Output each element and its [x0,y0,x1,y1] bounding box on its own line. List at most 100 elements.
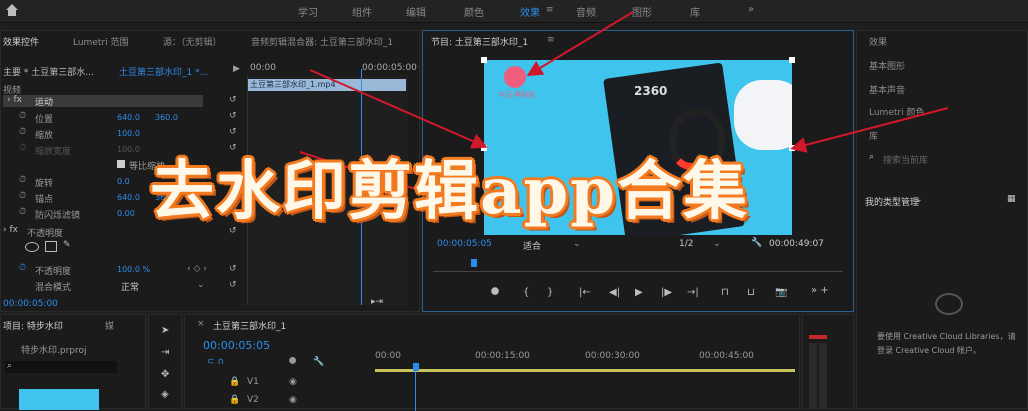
eye-icon[interactable]: ◉ [289,377,297,387]
timeline-timecode[interactable]: 00:00:05:05 [203,339,270,352]
mini-clip-bar[interactable]: 土豆第三部水印_1.mp4 [248,79,406,91]
reset-icon[interactable]: ↺ [229,264,237,274]
rotation-value[interactable]: 0.0 [117,177,130,186]
eye-icon[interactable]: ◉ [289,395,297,405]
workspace-tab-color[interactable]: 颜色 [464,4,484,19]
workspace-tab-graphics[interactable]: 图形 [632,4,652,19]
resolution-dropdown[interactable]: 1/2 [679,239,693,249]
wrench-icon[interactable]: 🔧 [313,357,324,367]
program-scrub-bar[interactable] [433,261,843,272]
go-to-in-icon[interactable]: |← [579,287,591,298]
keyframe-nav-icon[interactable]: ‹ ◇ › [187,264,207,274]
more-controls-icon[interactable]: » + [811,285,829,296]
workspace-tab-assembly[interactable]: 组件 [352,4,372,19]
camera-icon[interactable]: 📷 [775,287,787,298]
libraries-item[interactable]: 库 [869,129,878,142]
stopwatch-icon[interactable]: ⏱ [19,143,26,153]
scale-value[interactable]: 100.0 [117,129,140,138]
workspace-tab-audio[interactable]: 音频 [576,4,596,19]
panel-menu-icon[interactable]: ≡ [547,35,555,45]
lock-icon[interactable]: 🔒 [229,377,240,387]
snap-icon[interactable]: ⊂ ∩ [207,357,224,367]
timeline-work-area[interactable] [375,369,795,372]
essential-graphics-item[interactable]: 基本图形 [869,59,905,72]
chevron-down-icon[interactable]: ⌄ [713,239,721,249]
anchor-x-value[interactable]: 640.0 [117,193,140,202]
chevron-down-icon[interactable]: ⌄ [573,239,581,249]
effect-controls-timecode[interactable]: 00:00:05:00 [3,299,58,309]
tab-effect-controls[interactable]: 效果控件 [3,35,39,48]
step-back-icon[interactable]: ◀| [609,287,620,298]
stopwatch-icon[interactable]: ⏱ [19,127,26,137]
reset-icon[interactable]: ↺ [229,95,237,105]
workspace-tab-library[interactable]: 库 [690,4,700,19]
stopwatch-icon[interactable]: ⏱ [19,191,26,201]
add-marker-icon[interactable]: ⯃ [491,287,499,298]
essential-sound-item[interactable]: 基本声音 [869,83,905,96]
rectangle-mask-icon[interactable] [45,241,57,252]
transform-handle[interactable] [481,57,487,63]
fit-dropdown[interactable]: 适合 [523,239,541,252]
workspace-more-icon[interactable]: » [748,4,754,15]
go-to-out-icon[interactable]: →| [687,287,699,298]
mark-in-icon[interactable]: { [523,287,529,298]
timeline-close-icon[interactable]: × [197,319,205,329]
home-icon[interactable] [5,3,19,17]
sequence-clip-label[interactable]: 土豆第三部水印_1 *... [119,65,208,78]
lift-icon[interactable]: ⊓ [721,287,729,298]
project-clip-thumbnail[interactable] [19,389,99,410]
marker-icon[interactable]: ⯃ [289,357,296,367]
stopwatch-icon[interactable]: ⏱ [19,111,26,121]
ripple-edit-tool-icon[interactable]: ✥ [161,369,169,380]
tab-project[interactable]: 项目: 特步水印 [3,319,63,332]
library-search-input[interactable]: 搜索当前库 [883,153,928,166]
tab-lumetri-scopes[interactable]: Lumetri 范围 [73,35,128,48]
step-forward-icon[interactable]: |▶ [661,287,672,298]
stopwatch-icon[interactable]: ⏱ [19,175,26,185]
program-playhead[interactable] [471,259,477,267]
blend-mode-dropdown[interactable]: 正常 [121,280,139,293]
reset-icon[interactable]: ↺ [229,280,237,290]
lock-icon[interactable]: 🔒 [229,395,240,405]
reset-icon[interactable]: ↺ [229,127,237,137]
chevron-down-icon[interactable]: ⌄ [915,195,923,205]
stopwatch-icon[interactable]: ⏱ [19,207,26,217]
opacity-value[interactable]: 100.0 % [117,265,150,274]
pen-mask-icon[interactable]: ✎ [63,240,71,250]
chevron-down-icon[interactable]: ⌄ [197,280,205,290]
transform-handle[interactable] [789,57,795,63]
effects-panel-title[interactable]: 效果 [869,35,887,48]
cc-login-link[interactable]: 登录 Creative Cloud 帐户。 [877,345,981,356]
motion-row[interactable]: › fx 运动 [3,95,203,108]
reset-icon[interactable]: ↺ [229,111,237,121]
grid-view-icon[interactable]: ▦ [1007,194,1016,204]
uniform-scale-checkbox[interactable] [117,160,125,168]
stopwatch-icon[interactable]: ⏱ [19,263,26,273]
project-search-input[interactable] [5,361,117,373]
program-monitor-title[interactable]: 节目: 土豆第三部水印_1 [431,35,528,48]
workspace-tab-edit[interactable]: 编辑 [406,4,426,19]
settings-wrench-icon[interactable]: 🔧 [751,238,762,248]
mark-out-icon[interactable]: } [547,287,553,298]
lumetri-color-item[interactable]: Lumetri 颜色 [869,105,924,118]
position-y-value[interactable]: 360.0 [155,113,178,122]
ellipse-mask-icon[interactable] [25,242,39,252]
track-select-tool-icon[interactable]: ⇥ [161,347,169,358]
workspace-menu-icon[interactable]: ≡ [546,5,554,15]
workspace-tab-learn[interactable]: 学习 [298,4,318,19]
razor-tool-icon[interactable]: ◈ [161,389,169,400]
tab-source[interactable]: 源：（无剪辑） [163,35,222,48]
play-only-icon[interactable]: ▶ [233,64,240,74]
timeline-playhead[interactable] [413,363,419,371]
extract-icon[interactable]: ⊔ [747,287,755,298]
library-view-dropdown[interactable]: 我的类型管理 [865,195,919,208]
track-v1-label[interactable]: V1 [247,377,259,387]
program-current-time[interactable]: 00:00:05:05 [437,239,492,249]
anti-flicker-value[interactable]: 0.00 [117,209,135,218]
export-frame-icon[interactable]: ▸⇥ [371,297,383,307]
position-x-value[interactable]: 640.0 [117,113,140,122]
workspace-tab-effects[interactable]: 效果 [520,4,540,19]
track-v2-label[interactable]: V2 [247,395,259,405]
tab-audio-clip-mixer[interactable]: 音频剪辑混合器: 土豆第三部水印_1 [251,35,393,48]
selection-tool-icon[interactable]: ➤ [161,325,169,336]
